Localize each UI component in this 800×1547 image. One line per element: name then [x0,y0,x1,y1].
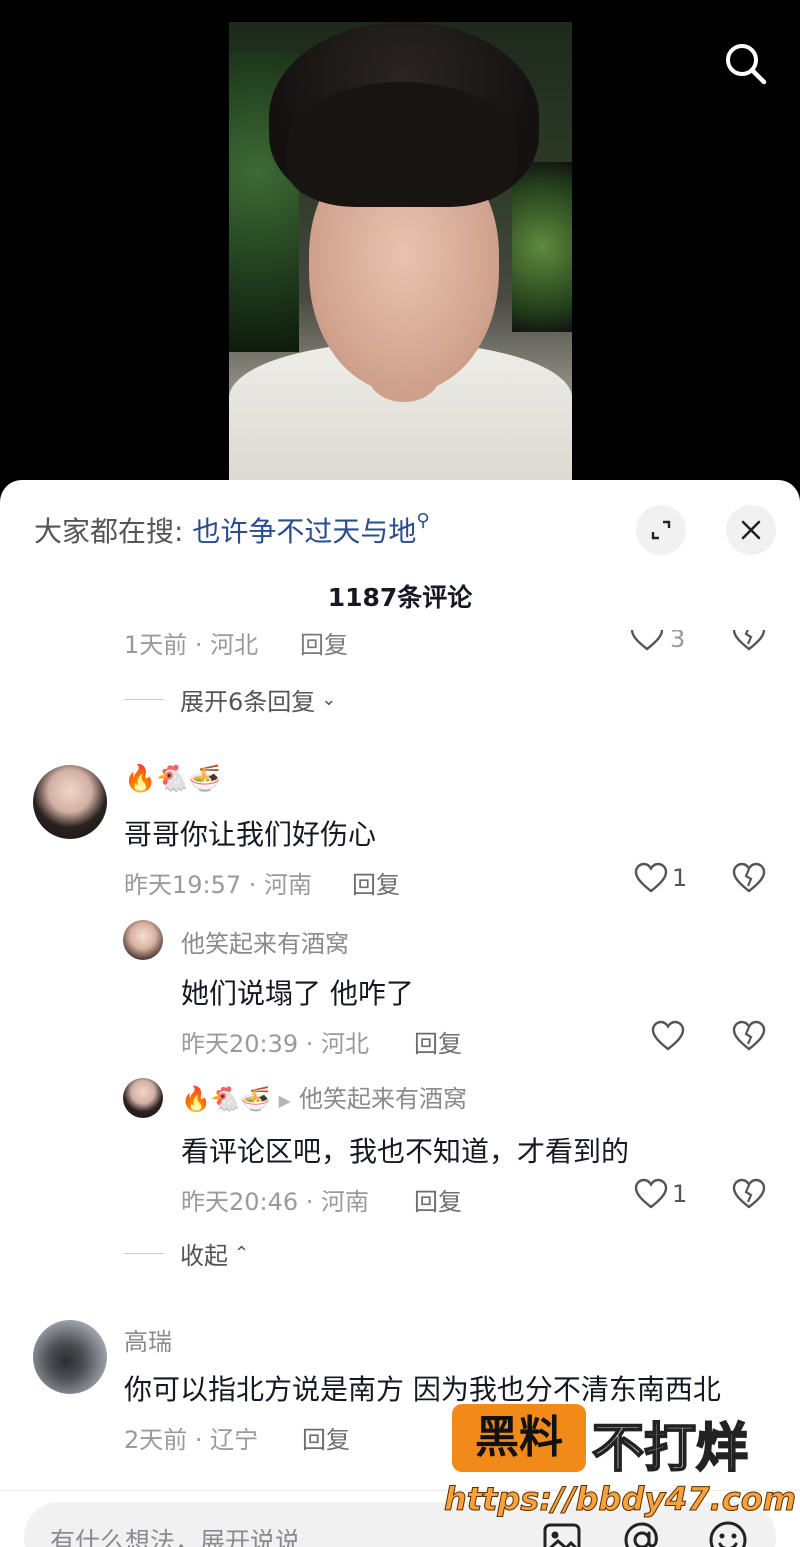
watermark-badge: 黑料 [452,1404,586,1472]
video-player[interactable] [0,0,800,500]
broken-heart-icon [732,630,766,651]
hot-search-bar[interactable]: 大家都在搜: 也许争不过天与地⚲ [34,510,430,550]
divider-line [124,1253,164,1254]
comment-username[interactable]: 🔥🐔🍜 [181,1085,271,1113]
collapse-label: 收起 [180,1242,228,1270]
dislike-button[interactable] [732,1020,766,1056]
comment-meta: 1天前 · 河北 [124,631,259,659]
heart-icon [634,1178,668,1209]
expand-replies-button[interactable]: 展开6条回复 ⌄ [124,682,336,717]
comment-username[interactable]: 他笑起来有酒窝 [181,924,349,959]
dislike-button[interactable] [732,630,766,656]
reply-button[interactable]: 回复 [352,865,400,900]
comment-username[interactable]: 高瑞 [124,1322,172,1357]
close-icon [741,520,761,540]
avatar[interactable] [123,920,163,960]
search-icon: ⚲ [416,510,430,531]
watermark: 黑料 不打烊 https://bbdy47.com [443,1404,797,1524]
comment-count-title: 1187条评论 [327,583,473,612]
video-frame [229,22,572,482]
comment-input-placeholder: 有什么想法，展开说说 [50,1527,301,1547]
fullscreen-icon [651,520,671,540]
watermark-url: https://bbdy47.com [443,1480,797,1519]
broken-heart-icon [732,1020,766,1051]
comment-text: 看评论区吧，我也不知道，才看到的 [181,1135,630,1168]
collapse-replies-button[interactable]: 收起 ⌃ [124,1236,249,1271]
like-count: 3 [670,630,686,653]
heart-icon [634,862,668,893]
chevron-down-icon: ⌄ [321,689,337,710]
comment-meta: 2天前 · 辽宁 [124,1426,259,1454]
like-button[interactable]: 1 [634,862,687,894]
avatar[interactable] [33,765,107,839]
comment-text: 你可以指北方说是南方 因为我也分不清东南西北 [124,1373,721,1406]
reply-button[interactable]: 回复 [302,1420,350,1455]
reply-button[interactable]: 回复 [300,630,348,660]
reply-arrow-icon: ▶ [278,1090,291,1110]
dislike-button[interactable] [732,1178,766,1214]
search-icon [726,44,767,85]
reply-to-username[interactable]: 他笑起来有酒窝 [299,1085,467,1113]
dislike-button[interactable] [732,862,766,898]
like-count: 1 [672,1180,688,1208]
search-button[interactable] [722,40,770,88]
comment-meta: 昨天20:39 · 河北 [181,1030,370,1058]
broken-heart-icon [732,862,766,893]
comment-list[interactable]: 1天前 · 河北 回复 3 展开6条回复 ⌄ 🔥🐔🍜 哥哥你让我们好伤心 昨天1… [0,630,800,1490]
video-foliage-right [512,162,572,332]
avatar[interactable] [33,1320,107,1394]
broken-heart-icon [732,1178,766,1209]
comment-sheet: 大家都在搜: 也许争不过天与地⚲ 1187条评论 1天前 · 河北 回复 3 展… [0,480,800,1547]
like-count: 1 [672,864,688,892]
heart-icon [630,630,664,651]
hot-search-prefix: 大家都在搜: [34,515,184,548]
comment-meta: 昨天19:57 · 河南 [124,871,313,899]
heart-icon [651,1020,685,1051]
watermark-text: 不打烊 [591,1418,749,1480]
comment-text: 哥哥你让我们好伤心 [124,818,377,851]
divider-line [124,699,164,700]
video-fringe [287,82,517,207]
reply-button[interactable]: 回复 [414,1182,462,1217]
close-button[interactable] [726,505,776,555]
chevron-up-icon: ⌃ [234,1243,250,1264]
like-button[interactable] [651,1020,685,1052]
avatar[interactable] [123,1078,163,1118]
comment-username-line: 🔥🐔🍜 ▶ 他笑起来有酒窝 [181,1079,467,1114]
like-button[interactable]: 1 [634,1178,687,1210]
comment-text: 她们说塌了 他咋了 [181,977,414,1010]
hot-search-term[interactable]: 也许争不过天与地 [192,515,416,548]
expand-sheet-button[interactable] [636,505,686,555]
expand-replies-label: 展开6条回复 [180,688,316,716]
reply-button[interactable]: 回复 [414,1024,462,1059]
comment-username[interactable]: 🔥🐔🍜 [124,764,221,794]
like-button[interactable] [630,630,664,656]
comment-meta: 昨天20:46 · 河南 [181,1188,370,1216]
